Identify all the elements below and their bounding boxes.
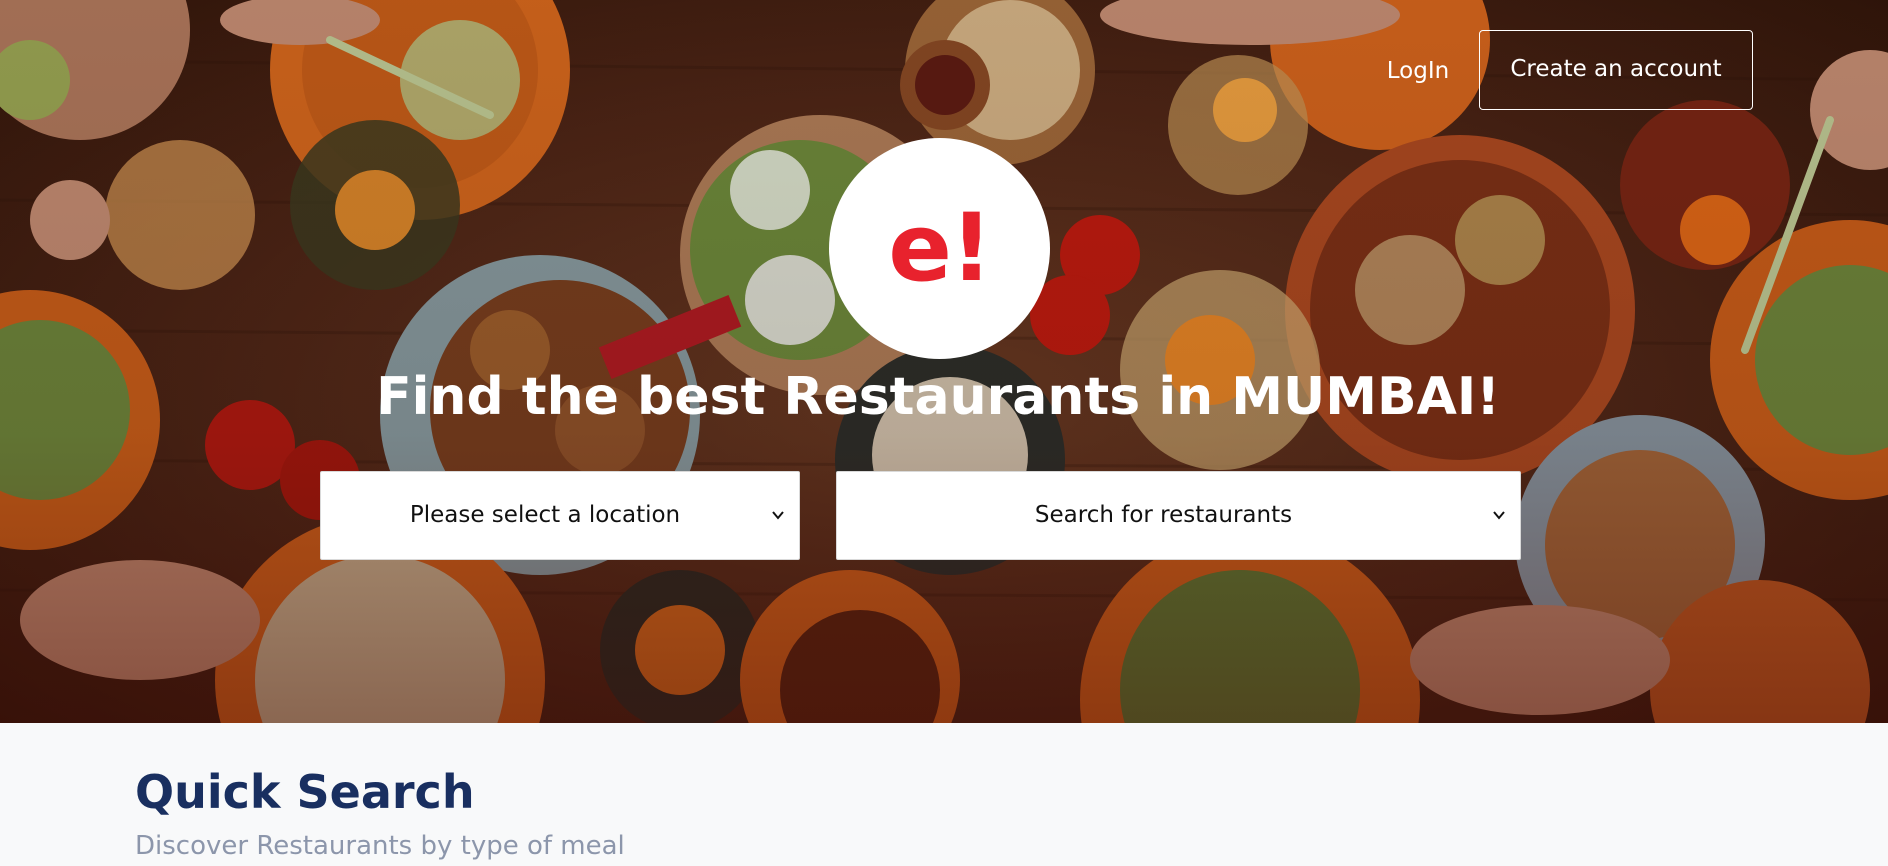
quick-search-title: Quick Search: [135, 765, 475, 819]
login-button[interactable]: LogIn: [1370, 50, 1466, 92]
restaurant-select-value: Search for restaurants: [1034, 502, 1293, 528]
restaurant-search-select[interactable]: Search for restaurants: [836, 471, 1521, 560]
location-select-value: Please select a location: [409, 502, 681, 528]
hero-banner: LogIn Create an account e! Find the best…: [0, 0, 1888, 723]
chevron-down-icon: [772, 511, 784, 520]
location-select[interactable]: Please select a location: [320, 471, 800, 560]
quick-search-subtitle: Discover Restaurants by type of meal: [135, 831, 625, 861]
hero-headline: Find the best Restaurants in MUMBAI!: [376, 367, 1500, 427]
create-account-button[interactable]: Create an account: [1479, 30, 1753, 110]
chevron-down-icon: [1493, 511, 1505, 520]
brand-logo: e!: [829, 138, 1050, 359]
